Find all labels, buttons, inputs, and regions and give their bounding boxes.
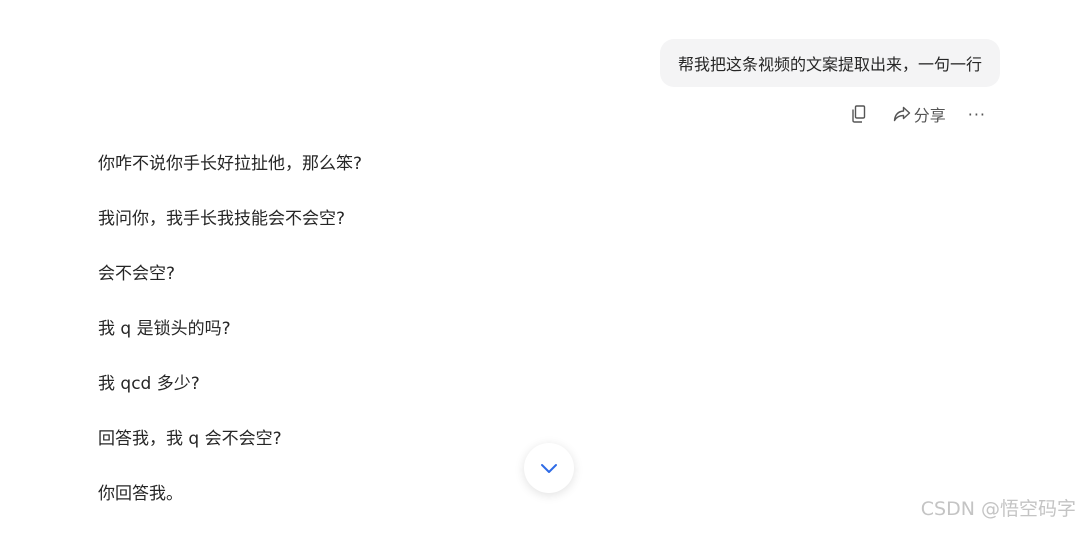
copy-button[interactable] [851,105,867,123]
user-message-bubble: 帮我把这条视频的文案提取出来，一句一行 [659,39,1000,87]
chevron-down-icon [541,464,557,473]
answer-line: 我 q 是锁头的吗? [98,319,231,339]
answer-line: 你回答我。 [98,484,183,504]
answer-line: 回答我，我 q 会不会空? [98,429,282,449]
share-icon [893,106,910,122]
assistant-answer: 你咋不说你手长好拉扯他，那么笨? 我问你，我手长我技能会不会空? 会不会空? 我… [98,150,362,535]
share-button[interactable]: 分享 [893,102,946,126]
user-message-text: 帮我把这条视频的文案提取出来，一句一行 [677,55,982,74]
more-icon: ··· [967,104,986,124]
more-options-button[interactable]: ··· [968,105,986,124]
answer-line: 我 qcd 多少? [98,374,200,394]
answer-line: 你咋不说你手长好拉扯他，那么笨? [98,154,363,174]
watermark: CSDN @悟空码字 [920,498,1076,520]
answer-line: 我问你，我手长我技能会不会空? [98,209,346,229]
message-actions: 分享 ··· [851,101,986,127]
scroll-to-bottom-button[interactable] [524,443,574,493]
share-label: 分享 [913,106,946,125]
answer-line: 会不会空? [98,264,176,284]
copy-icon [852,105,865,123]
